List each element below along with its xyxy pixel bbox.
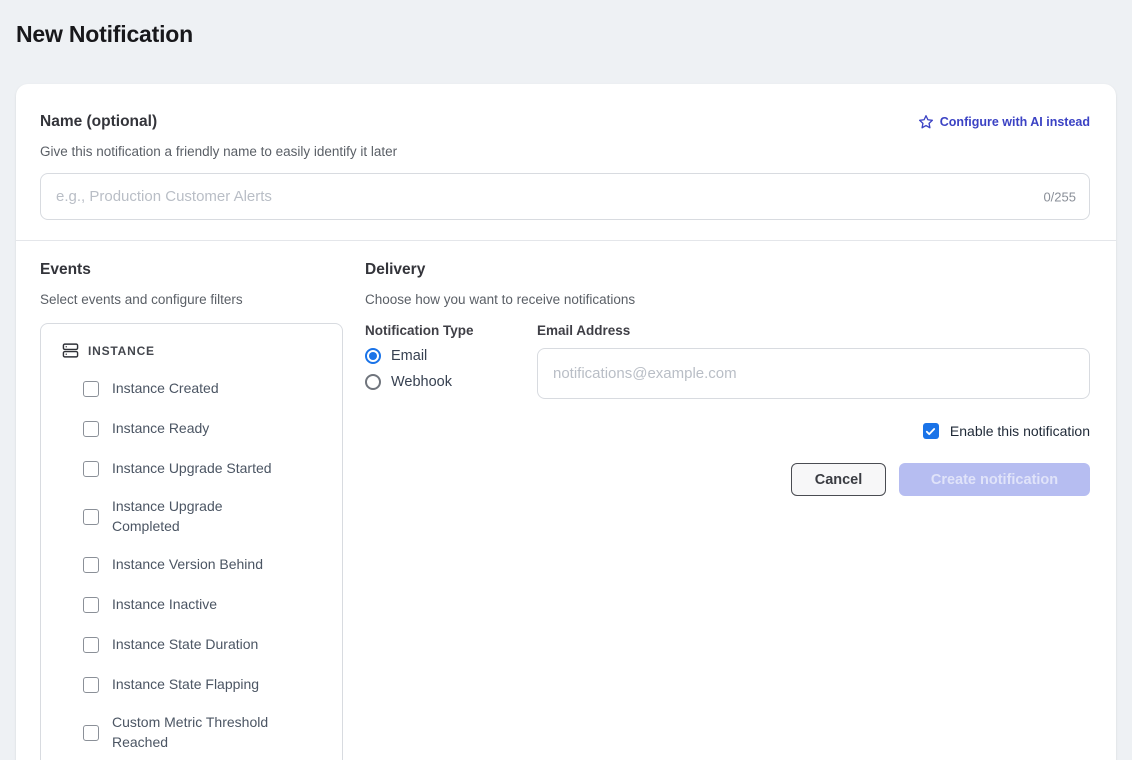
- radio-option-webhook[interactable]: Webhook: [365, 374, 515, 390]
- configure-with-ai-button[interactable]: Configure with AI instead: [918, 114, 1090, 130]
- event-item[interactable]: Instance Created: [83, 369, 328, 409]
- delivery-heading: Delivery: [365, 261, 1090, 279]
- new-notification-card: Name (optional) Configure with AI instea…: [16, 84, 1116, 760]
- event-checkbox[interactable]: [83, 637, 99, 653]
- server-icon: [62, 342, 79, 359]
- event-item[interactable]: Custom Metric Threshold Reached: [83, 705, 328, 760]
- configure-with-ai-label: Configure with AI instead: [940, 115, 1090, 129]
- event-label: Instance Ready: [112, 419, 209, 439]
- create-notification-button[interactable]: Create notification: [899, 463, 1090, 496]
- event-item[interactable]: Instance State Duration: [83, 625, 328, 665]
- email-address-label: Email Address: [537, 323, 1090, 338]
- notification-name-input[interactable]: [40, 173, 1090, 220]
- radio-webhook-unselected[interactable]: [365, 374, 381, 390]
- event-checkbox[interactable]: [83, 421, 99, 437]
- events-description: Select events and configure filters: [40, 292, 343, 307]
- event-label: Instance Inactive: [112, 595, 217, 615]
- event-group-header: INSTANCE: [62, 336, 328, 369]
- page-title: New Notification: [0, 0, 1132, 48]
- event-label: Custom Metric Threshold Reached: [112, 713, 284, 753]
- event-item[interactable]: Instance Version Behind: [83, 545, 328, 585]
- event-label: Instance Upgrade Completed: [112, 497, 284, 537]
- event-checkbox[interactable]: [83, 725, 99, 741]
- event-checkbox[interactable]: [83, 461, 99, 477]
- delivery-section: Delivery Choose how you want to receive …: [365, 261, 1090, 760]
- delivery-description: Choose how you want to receive notificat…: [365, 292, 1090, 307]
- event-item[interactable]: Instance State Flapping: [83, 665, 328, 705]
- event-label: Instance Created: [112, 379, 219, 399]
- event-checkbox[interactable]: [83, 597, 99, 613]
- radio-email-label: Email: [391, 348, 427, 364]
- radio-email-selected[interactable]: [365, 348, 381, 364]
- event-checkbox[interactable]: [83, 509, 99, 525]
- star-icon: [918, 114, 934, 130]
- enable-notification-toggle[interactable]: Enable this notification: [365, 423, 1090, 439]
- events-list: INSTANCE Instance Created Instance Ready In…: [40, 323, 343, 760]
- event-label: Instance Upgrade Started: [112, 459, 272, 479]
- radio-option-email[interactable]: Email: [365, 348, 515, 364]
- event-item[interactable]: Instance Inactive: [83, 585, 328, 625]
- event-item[interactable]: Instance Upgrade Started: [83, 449, 328, 489]
- email-address-input[interactable]: [537, 348, 1090, 399]
- event-checkbox[interactable]: [83, 381, 99, 397]
- name-section-heading: Name (optional): [40, 113, 157, 131]
- event-label: Instance State Duration: [112, 635, 258, 655]
- notification-type-label: Notification Type: [365, 323, 515, 338]
- enable-notification-label: Enable this notification: [950, 423, 1090, 439]
- event-item[interactable]: Instance Ready: [83, 409, 328, 449]
- events-heading: Events: [40, 261, 343, 279]
- event-item[interactable]: Instance Upgrade Completed: [83, 489, 328, 545]
- cancel-button[interactable]: Cancel: [791, 463, 886, 496]
- event-checkbox[interactable]: [83, 557, 99, 573]
- event-checkbox[interactable]: [83, 677, 99, 693]
- char-counter: 0/255: [1043, 189, 1076, 204]
- name-section-description: Give this notification a friendly name t…: [40, 144, 1090, 159]
- enable-checkbox-checked[interactable]: [923, 423, 939, 439]
- radio-webhook-label: Webhook: [391, 374, 452, 390]
- name-section: Name (optional) Configure with AI instea…: [16, 84, 1116, 240]
- event-group-label: INSTANCE: [88, 344, 155, 358]
- event-label: Instance Version Behind: [112, 555, 263, 575]
- events-section: Events Select events and configure filte…: [40, 261, 343, 760]
- event-label: Instance State Flapping: [112, 675, 259, 695]
